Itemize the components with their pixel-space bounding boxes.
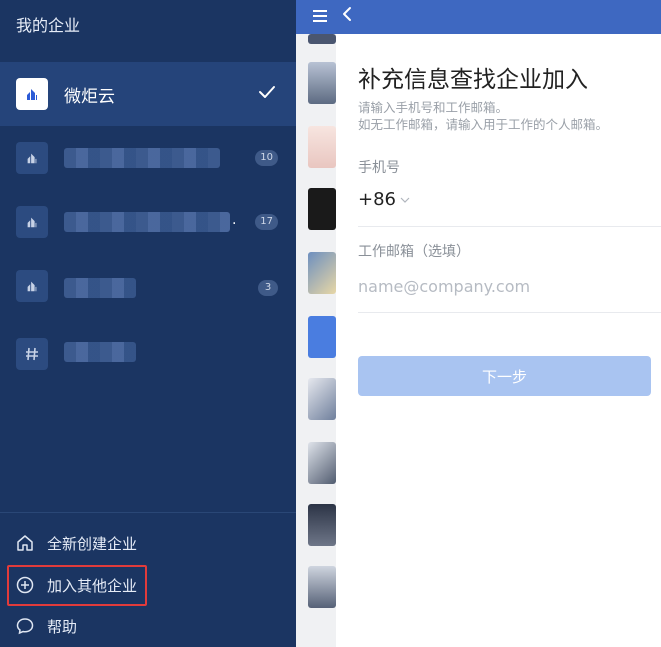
email-label: 工作邮箱（选填） <box>358 244 470 260</box>
org-logo-icon <box>16 206 48 238</box>
thumbnail-image[interactable] <box>308 378 336 420</box>
thumbnail-image[interactable] <box>308 566 336 608</box>
country-code-value: +86 <box>358 189 396 210</box>
home-icon <box>17 535 33 551</box>
unread-badge: 3 <box>258 280 278 296</box>
email-field[interactable] <box>358 272 638 300</box>
country-code-select[interactable]: +86 <box>358 189 410 210</box>
org-logo-icon <box>16 142 48 174</box>
org-name: 微炬云 <box>64 87 115 107</box>
chat-bubble-icon <box>16 618 34 635</box>
thumbnail-image[interactable] <box>308 34 336 44</box>
page-title: 补充信息查找企业加入 <box>358 67 588 93</box>
phone-label: 手机号 <box>358 160 400 176</box>
chat-thumbnail-column <box>296 34 336 647</box>
org-name-blurred <box>64 212 230 232</box>
org-item[interactable]: . 17 <box>0 190 296 254</box>
thumbnail-image[interactable] <box>308 62 336 104</box>
email-field-underline <box>358 312 661 313</box>
unread-badge: 17 <box>255 214 278 230</box>
drawer-title: 我的企业 <box>16 16 81 35</box>
chevron-down-icon <box>400 197 410 203</box>
thumbnail-image[interactable] <box>308 188 336 230</box>
org-item[interactable]: 3 <box>0 254 296 318</box>
org-item-active[interactable]: 微炬云 <box>0 62 296 126</box>
enterprise-drawer: 我的企业 微炬云 10 . 17 3 全新创建企业 加入其他企业 帮助 <box>0 0 296 647</box>
org-name-blurred <box>64 148 220 168</box>
thumbnail-image[interactable] <box>308 442 336 484</box>
thumbnail-image[interactable] <box>308 252 336 294</box>
org-name-blurred <box>64 342 136 362</box>
unread-badge: 10 <box>255 150 278 166</box>
thumbnail-image[interactable] <box>308 126 336 168</box>
thumbnail-image[interactable] <box>308 316 336 358</box>
back-arrow-icon[interactable] <box>342 6 352 22</box>
check-icon <box>258 84 276 103</box>
join-enterprise-form: 补充信息查找企业加入 请输入手机号和工作邮箱。 如无工作邮箱，请输入用于工作的个… <box>336 34 661 647</box>
drawer-divider <box>0 512 296 513</box>
org-logo-icon <box>16 270 48 302</box>
create-enterprise-label: 全新创建企业 <box>47 534 138 553</box>
top-bar <box>296 0 661 34</box>
org-name-trailing: . <box>232 212 237 228</box>
hash-icon <box>16 338 48 370</box>
thumbnail-image[interactable] <box>308 504 336 546</box>
phone-field-underline <box>358 226 661 227</box>
org-item[interactable]: 10 <box>0 126 296 190</box>
help-item[interactable]: 帮助 <box>0 606 296 646</box>
help-label: 帮助 <box>47 617 78 636</box>
org-item[interactable] <box>0 320 296 384</box>
hint-line-2: 如无工作邮箱，请输入用于工作的个人邮箱。 <box>358 117 609 132</box>
org-logo-icon <box>16 78 48 110</box>
create-enterprise-item[interactable]: 全新创建企业 <box>0 523 296 563</box>
org-name-blurred <box>64 278 136 298</box>
highlight-annotation <box>7 565 147 606</box>
next-step-button[interactable]: 下一步 <box>358 356 651 396</box>
menu-icon[interactable] <box>312 9 328 23</box>
